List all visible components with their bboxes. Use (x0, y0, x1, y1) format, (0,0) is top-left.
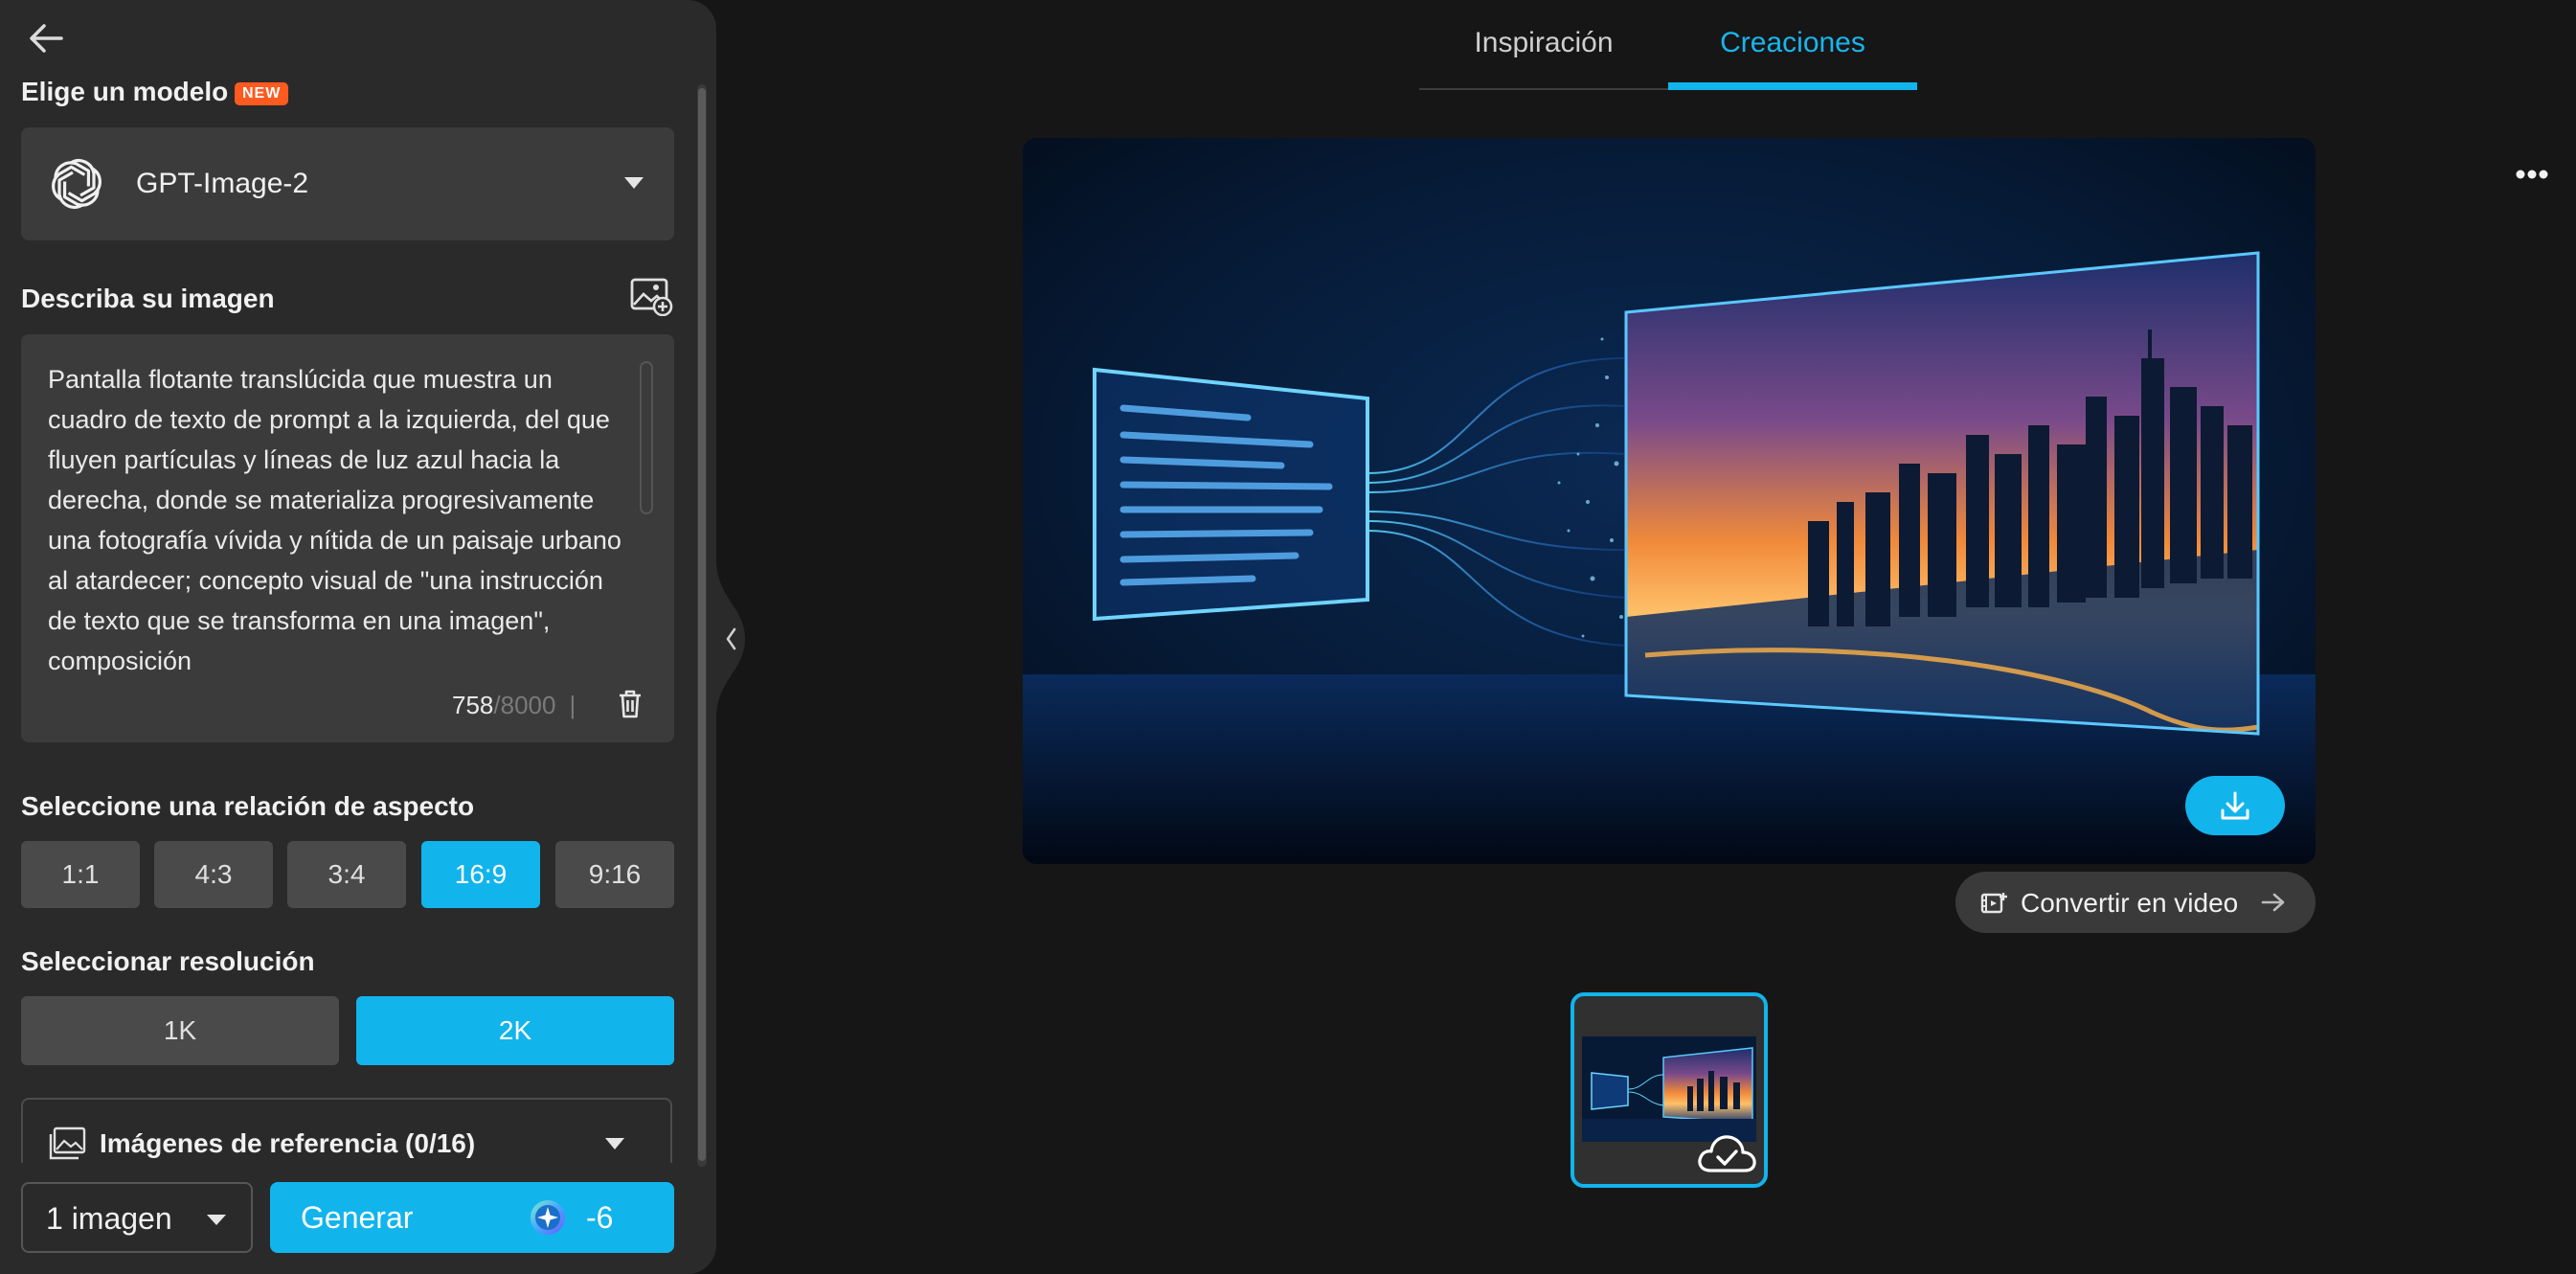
gallery-icon (49, 1126, 86, 1160)
arrow-right-icon (2261, 893, 2285, 912)
panel-scrollbar-thumb[interactable] (698, 88, 706, 1161)
credit-star-icon (531, 1200, 565, 1235)
char-count-value: 758 (452, 691, 494, 719)
generate-cost: -6 (586, 1200, 614, 1235)
model-name: GPT-Image-2 (136, 168, 309, 199)
video-icon (1980, 893, 2007, 914)
tab-creaciones[interactable]: Creaciones (1668, 27, 1917, 59)
model-select[interactable]: GPT-Image-2 (21, 127, 674, 240)
settings-panel: Elige un modelo NEW GPT-Image-2 Describa… (0, 0, 716, 1274)
tab-inspiracion[interactable]: Inspiración (1419, 27, 1668, 59)
download-button[interactable] (2185, 776, 2285, 835)
generate-button[interactable]: Generar -6 (270, 1182, 674, 1253)
ratio-4-3-button[interactable]: 4:3 (154, 841, 273, 908)
reference-images-label: Imágenes de referencia (0/16) (100, 1128, 476, 1158)
convert-to-video-button[interactable]: Convertir en video (1955, 872, 2316, 933)
generate-label: Generar (301, 1200, 414, 1235)
creation-thumbnail[interactable] (1570, 992, 1768, 1188)
image-add-icon[interactable] (630, 278, 674, 316)
back-arrow-icon[interactable] (25, 17, 67, 59)
char-count-max: /8000 (493, 691, 556, 719)
ratio-3-4-button[interactable]: 3:4 (287, 841, 406, 908)
char-counter: 758/8000 | (452, 691, 585, 720)
image-count-select[interactable]: 1 imagen (21, 1182, 253, 1253)
chevron-down-icon (207, 1215, 226, 1225)
thumbnail-image (1582, 1036, 1756, 1142)
download-icon (2221, 791, 2249, 820)
resolution-1k-button[interactable]: 1K (21, 996, 339, 1065)
ratio-1-1-button[interactable]: 1:1 (21, 841, 140, 908)
generated-image-preview[interactable] (1023, 138, 2316, 864)
cloud-check-icon (1698, 1135, 1756, 1172)
image-count-value: 1 imagen (46, 1201, 172, 1236)
describe-label: Describa su imagen (21, 284, 275, 313)
model-label: Elige un modelo (21, 77, 229, 106)
ratio-9-16-button[interactable]: 9:16 (555, 841, 674, 908)
ratio-16-9-button[interactable]: 16:9 (421, 841, 540, 908)
prompt-scrollbar[interactable] (640, 361, 653, 514)
prompt-text[interactable]: Pantalla flotante translúcida que muestr… (48, 359, 622, 685)
trash-icon[interactable] (617, 689, 644, 719)
new-badge: NEW (235, 82, 289, 105)
resolution-2k-button[interactable]: 2K (356, 996, 674, 1065)
chevron-down-icon (605, 1138, 624, 1149)
prompt-textarea[interactable]: Pantalla flotante translúcida que muestr… (21, 334, 674, 742)
active-tab-indicator (1668, 82, 1917, 90)
resolution-label: Seleccionar resolución (21, 946, 315, 976)
openai-logo-icon (52, 159, 102, 209)
collapse-panel-tab[interactable] (716, 559, 745, 718)
char-count-separator: | (569, 691, 576, 719)
aspect-ratio-label: Seleccione una relación de aspecto (21, 791, 475, 821)
more-horizontal-icon[interactable] (2515, 169, 2549, 180)
chevron-down-icon (624, 177, 644, 189)
convert-to-video-label: Convertir en video (2021, 888, 2239, 918)
